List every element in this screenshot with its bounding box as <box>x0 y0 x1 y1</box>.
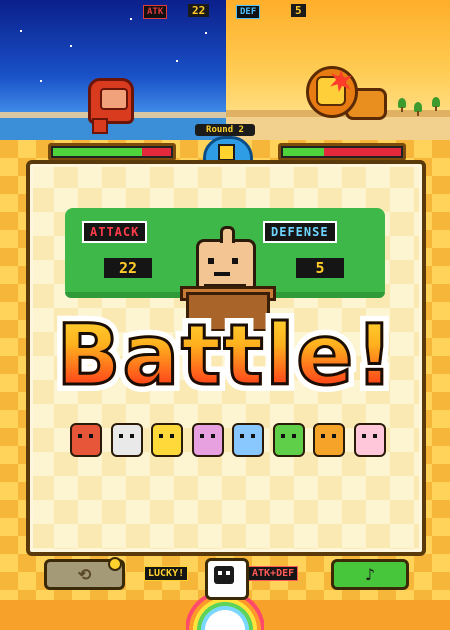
pink-hippo-icon <box>192 423 224 457</box>
defense-label: DEFENSE <box>263 221 337 243</box>
tree-icon <box>432 97 440 111</box>
music-button[interactable]: ♪ <box>331 559 409 590</box>
lion-icon <box>313 423 345 457</box>
green-frog-icon <box>273 423 305 457</box>
bug-eyed-robot-icon <box>111 423 143 457</box>
red-monster-icon <box>70 423 102 457</box>
giraffe-icon <box>151 423 183 457</box>
round-label: Round 2 <box>195 124 255 136</box>
announcer-mouth <box>214 272 230 276</box>
attack-value: 22 <box>104 258 152 278</box>
hud-def-label: DEF <box>236 5 261 19</box>
coin-icon <box>108 557 122 571</box>
enemy-health-bar <box>278 143 406 161</box>
hud-atk-value: 22 <box>188 4 210 17</box>
music-note-icon: ♪ <box>364 565 376 584</box>
announcer-eye <box>208 258 214 264</box>
atk-def-label: ATK+DEF <box>248 566 299 581</box>
announcer-eye <box>232 258 238 264</box>
round-slot-icon <box>218 144 235 161</box>
tree-icon <box>398 98 406 112</box>
pink-rabbit-icon <box>354 423 386 457</box>
blue-elephant-icon <box>232 423 264 457</box>
player-monster-leg <box>92 118 108 134</box>
player-monster-face <box>100 88 128 110</box>
player-health-bar <box>48 143 176 161</box>
hud-atk-label: ATK <box>143 5 168 19</box>
tree-icon <box>414 102 422 116</box>
defense-value: 5 <box>296 258 344 278</box>
hud-def-value: 5 <box>291 4 306 17</box>
slot-face-icon <box>214 566 234 584</box>
battle-title: Battle! <box>55 300 396 410</box>
lucky-label: LUCKY! <box>144 566 189 581</box>
attack-label: ATTACK <box>82 221 148 243</box>
